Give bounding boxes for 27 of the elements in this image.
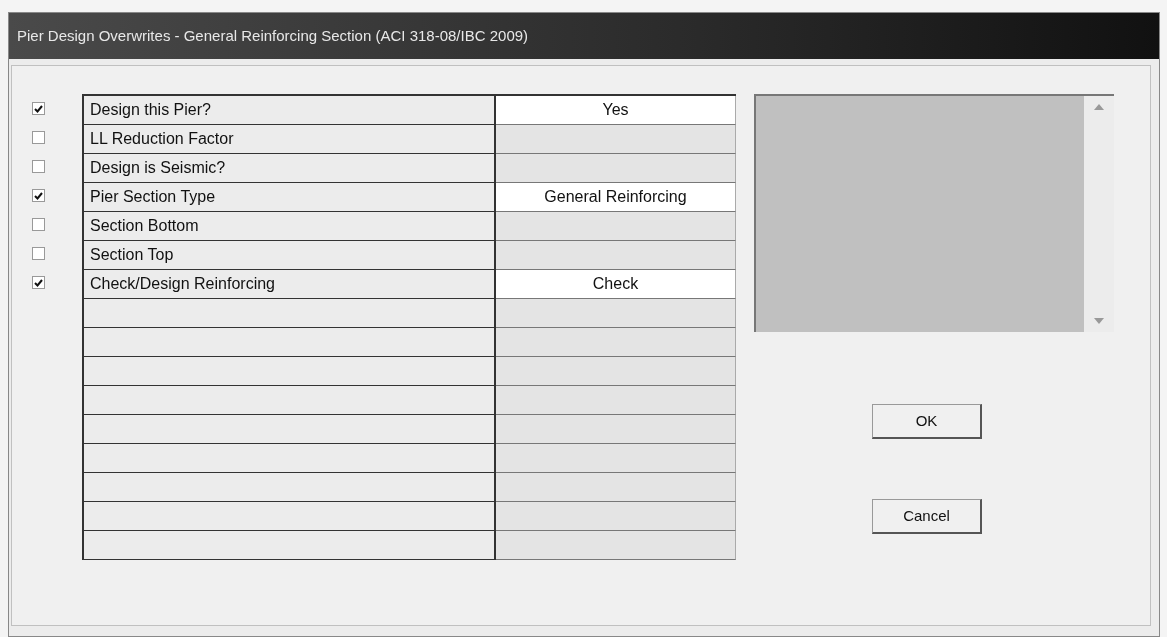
checkbox[interactable]	[32, 276, 45, 289]
value-cell[interactable]: General Reinforcing	[496, 183, 736, 212]
value-cell[interactable]	[496, 241, 736, 270]
checkbox[interactable]	[32, 189, 45, 202]
checkbox[interactable]	[32, 102, 45, 115]
cancel-button[interactable]: Cancel	[872, 499, 982, 534]
window-title: Pier Design Overwrites - General Reinforcing Section (ACI 318-08/IBC 2009)	[17, 25, 529, 46]
ok-button[interactable]: OK	[872, 404, 982, 439]
value-cell[interactable]: Check	[496, 270, 736, 299]
value-cell[interactable]: Yes	[496, 96, 736, 125]
scroll-bar[interactable]	[1084, 96, 1114, 332]
item-label: Design is Seismic?	[84, 154, 496, 183]
scroll-down-icon[interactable]	[1094, 318, 1104, 324]
item-label: Design this Pier?	[84, 96, 496, 125]
checkbox[interactable]	[32, 131, 45, 144]
checkbox[interactable]	[32, 160, 45, 173]
scroll-up-icon[interactable]	[1094, 104, 1104, 110]
value-cell[interactable]	[496, 125, 736, 154]
item-label: Section Bottom	[84, 212, 496, 241]
item-label: Section Top	[84, 241, 496, 270]
item-label: LL Reduction Factor	[84, 125, 496, 154]
item-label: Check/Design Reinforcing	[84, 270, 496, 299]
item-label: Pier Section Type	[84, 183, 496, 212]
checkbox[interactable]	[32, 218, 45, 231]
checkbox[interactable]	[32, 247, 45, 260]
value-cell[interactable]	[496, 212, 736, 241]
value-cell[interactable]	[496, 154, 736, 183]
